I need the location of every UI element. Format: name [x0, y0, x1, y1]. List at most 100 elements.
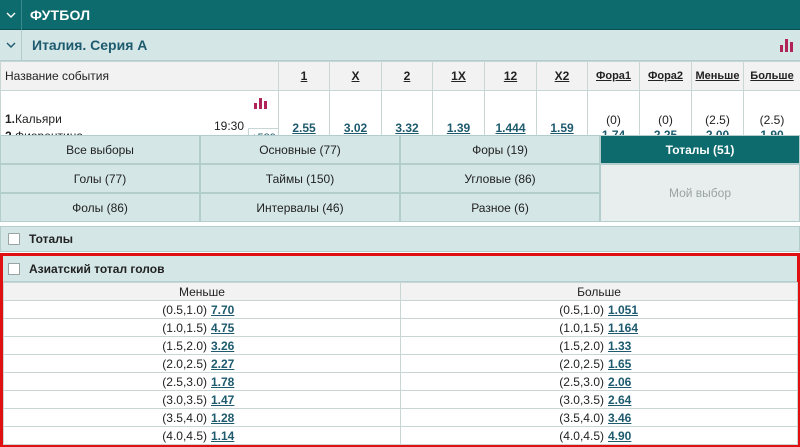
handicap1-param: (0) — [606, 112, 621, 127]
under-cell: (2.5,3.0) 1.78 — [3, 372, 401, 391]
over-header: Больше — [400, 282, 798, 301]
tab-main[interactable]: Основные (77) — [200, 135, 400, 164]
table-header-row: Название события 1 X 2 1X 12 X2 Фора1 Фо… — [0, 61, 800, 91]
tab-intervals[interactable]: Интервалы (46) — [200, 193, 400, 222]
column-header-1[interactable]: 1 — [301, 69, 308, 83]
odd-x[interactable]: 3.02 — [344, 121, 367, 135]
asian-total-label: Азиатский тотал голов — [29, 261, 165, 276]
over-param: (3.5,4.0) — [559, 410, 604, 425]
chevron-down-icon[interactable] — [0, 0, 22, 30]
table-row: (3.0,3.5) 1.47 (3.0,3.5) 2.64 — [3, 390, 798, 409]
column-header-12[interactable]: 12 — [504, 69, 517, 83]
under-odd[interactable]: 1.14 — [211, 429, 245, 443]
under-param: (2.5,3.0) — [162, 374, 207, 389]
under-odd[interactable]: 4.75 — [211, 321, 245, 335]
under-param: (3.0,3.5) — [162, 392, 207, 407]
asian-total-table: Меньше Больше (0.5,1.0) 7.70 (0.5,1.0) 1.05… — [3, 282, 798, 445]
league-header[interactable]: Италия. Серия А — [0, 29, 800, 61]
column-header-handicap1[interactable]: Фора1 — [596, 70, 631, 82]
under-odd[interactable]: 1.78 — [211, 375, 245, 389]
event-name-header: Название события — [0, 61, 279, 91]
asian-total-checkbox[interactable] — [8, 262, 20, 275]
column-header-handicap2[interactable]: Фора2 — [648, 70, 683, 82]
column-header-1x[interactable]: 1X — [451, 69, 466, 83]
tab-totals[interactable]: Тоталы (51) — [600, 135, 800, 164]
table-row: (2.5,3.0) 1.78 (2.5,3.0) 2.06 — [3, 372, 798, 391]
over-param: (2.5,3.0) — [559, 374, 604, 389]
over-cell: (1.5,2.0) 1.33 — [400, 336, 798, 355]
under-param: (2.5) — [705, 112, 730, 127]
sport-header[interactable]: ФУТБОЛ — [0, 0, 800, 30]
sport-title: ФУТБОЛ — [30, 6, 91, 23]
odd-1x[interactable]: 1.39 — [447, 121, 470, 135]
statistics-icon[interactable] — [780, 38, 794, 52]
under-odd[interactable]: 1.47 — [211, 393, 245, 407]
over-odd[interactable]: 2.64 — [608, 393, 642, 407]
over-param: (2.0,2.5) — [559, 356, 604, 371]
over-param: (1.5,2.0) — [559, 338, 604, 353]
under-cell: (1.5,2.0) 3.26 — [3, 336, 401, 355]
under-cell: (2.0,2.5) 2.27 — [3, 354, 401, 373]
under-param: (3.5,4.0) — [162, 410, 207, 425]
column-header-over[interactable]: Больше — [750, 70, 793, 82]
tab-goals[interactable]: Голы (77) — [0, 164, 200, 193]
under-odd[interactable]: 2.27 — [211, 357, 245, 371]
league-title: Италия. Серия А — [32, 37, 148, 53]
column-header-x[interactable]: X — [351, 69, 359, 83]
under-odd[interactable]: 7.70 — [211, 303, 245, 317]
over-param: (1.0,1.5) — [559, 320, 604, 335]
odd-1[interactable]: 2.55 — [292, 121, 315, 135]
under-cell: (1.0,1.5) 4.75 — [3, 318, 401, 337]
under-header: Меньше — [3, 282, 401, 301]
totals-section-header[interactable]: Тоталы — [0, 226, 800, 252]
tab-handicaps[interactable]: Форы (19) — [400, 135, 600, 164]
tab-halves[interactable]: Таймы (150) — [200, 164, 400, 193]
statistics-icon[interactable] — [254, 97, 268, 109]
over-param: (0.5,1.0) — [559, 302, 604, 317]
column-header-2[interactable]: 2 — [404, 69, 411, 83]
tab-my-choice[interactable]: Мой выбор — [600, 164, 800, 222]
market-tabs: Все выборы Основные (77) Форы (19) Тотал… — [0, 135, 800, 222]
totals-label: Тоталы — [29, 232, 74, 246]
over-cell: (3.5,4.0) 3.46 — [400, 408, 798, 427]
column-header-under[interactable]: Меньше — [696, 70, 740, 82]
event-time: 19:30 — [213, 119, 244, 133]
under-cell: (3.5,4.0) 1.28 — [3, 408, 401, 427]
over-odd[interactable]: 3.46 — [608, 411, 642, 425]
over-cell: (2.0,2.5) 1.65 — [400, 354, 798, 373]
tab-all[interactable]: Все выборы — [0, 135, 200, 164]
asian-total-header-row: Меньше Больше — [3, 282, 798, 301]
chevron-down-icon[interactable] — [0, 29, 22, 61]
over-param: (2.5) — [759, 112, 785, 127]
column-header-x2[interactable]: X2 — [555, 69, 570, 83]
asian-total-header[interactable]: Азиатский тотал голов — [3, 256, 797, 282]
over-odd[interactable]: 1.051 — [608, 303, 642, 317]
table-row: (1.5,2.0) 3.26 (1.5,2.0) 1.33 — [3, 336, 798, 355]
over-odd[interactable]: 1.164 — [608, 321, 642, 335]
over-cell: (3.0,3.5) 2.64 — [400, 390, 798, 409]
over-odd[interactable]: 4.90 — [608, 429, 642, 443]
under-param: (2.0,2.5) — [162, 356, 207, 371]
over-odd[interactable]: 1.33 — [608, 339, 642, 353]
odd-2[interactable]: 3.32 — [395, 121, 418, 135]
over-cell: (1.0,1.5) 1.164 — [400, 318, 798, 337]
over-odd[interactable]: 1.65 — [608, 357, 642, 371]
over-cell: (0.5,1.0) 1.051 — [400, 300, 798, 319]
under-cell: (0.5,1.0) 7.70 — [3, 300, 401, 319]
totals-checkbox[interactable] — [8, 233, 20, 245]
over-odd[interactable]: 2.06 — [608, 375, 642, 389]
tab-misc[interactable]: Разное (6) — [400, 193, 600, 222]
under-cell: (3.0,3.5) 1.47 — [3, 390, 401, 409]
tab-corners[interactable]: Угловые (86) — [400, 164, 600, 193]
over-param: (3.0,3.5) — [559, 392, 604, 407]
under-odd[interactable]: 1.28 — [211, 411, 245, 425]
under-param: (4.0,4.5) — [162, 428, 207, 443]
table-row: (0.5,1.0) 7.70 (0.5,1.0) 1.051 — [3, 300, 798, 319]
over-cell: (4.0,4.5) 4.90 — [400, 426, 798, 445]
under-odd[interactable]: 3.26 — [211, 339, 245, 353]
table-row: (2.0,2.5) 2.27 (2.0,2.5) 1.65 — [3, 354, 798, 373]
odd-x2[interactable]: 1.59 — [550, 121, 573, 135]
tab-fouls[interactable]: Фолы (86) — [0, 193, 200, 222]
over-cell: (2.5,3.0) 2.06 — [400, 372, 798, 391]
odd-12[interactable]: 1.444 — [495, 121, 525, 135]
